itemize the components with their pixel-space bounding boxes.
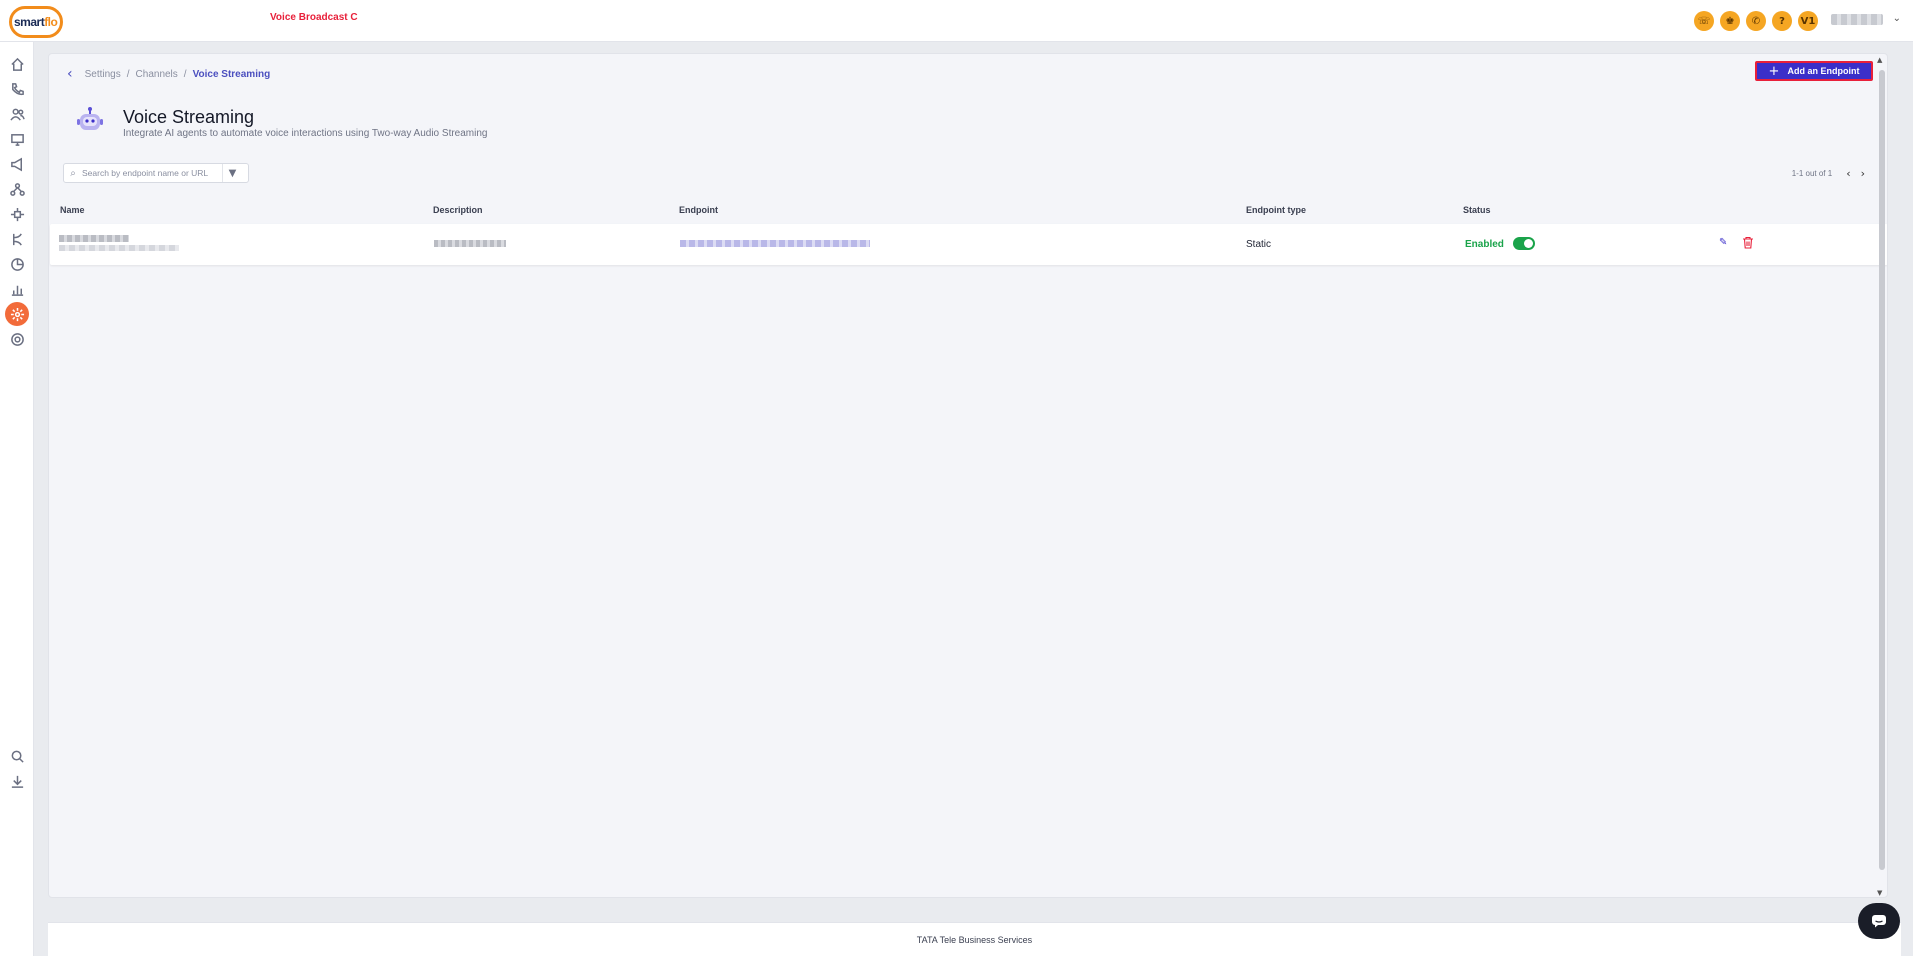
agent-icon[interactable]: ♚ [1720,11,1740,31]
scrollbar-thumb[interactable] [1879,70,1885,870]
settings-icon [10,332,24,346]
sidebar-item-downloads[interactable] [5,769,29,793]
chat-icon [1872,915,1886,928]
smartflo-logo[interactable]: smartflo [9,6,65,38]
sidebar-item-analytics[interactable] [5,252,29,276]
logo-text: smartflo [14,15,58,29]
chat-button[interactable] [1858,903,1900,939]
sidebar-item-monitor[interactable] [5,127,29,151]
endpoint-type-cell: Static [1246,239,1272,250]
scrollbar[interactable]: ▲ ▼ [1876,54,1886,897]
sidebar-item-search[interactable] [5,744,29,768]
filter-icon[interactable]: ▼ [222,164,242,182]
add-endpoint-button[interactable]: + Add an Endpoint [1755,61,1873,81]
scroll-down-icon[interactable]: ▼ [1877,889,1882,897]
campaign-icon [10,157,22,171]
robot-icon [77,107,103,130]
ai-hub-icon [10,307,24,321]
avatar[interactable]: V1 [1798,11,1818,31]
main-panel: ‹ Settings / Channels / Voice Streaming … [48,53,1888,898]
pagination-label: 1-1 out of 1 [1791,169,1833,178]
column-header-endpoint-type: Endpoint type [1246,205,1306,215]
scroll-up-icon[interactable]: ▲ [1877,56,1882,64]
help-icon[interactable]: ? [1772,11,1792,31]
sidebar-item-home[interactable] [5,52,29,76]
prev-page-icon[interactable]: ‹ [1846,167,1850,180]
sidebar-item-routing[interactable] [5,227,29,251]
contacts-icon [9,108,25,121]
user-name-redacted[interactable] [1831,14,1883,25]
status-label: Enabled [1465,239,1504,250]
chevron-down-icon[interactable]: ⌄ [1893,13,1901,24]
breadcrumb-channels[interactable]: Channels [136,69,178,80]
sidebar-item-settings[interactable] [5,327,29,351]
back-arrow-icon[interactable]: ‹ [67,66,73,82]
page-title: Voice Streaming [123,107,255,127]
plugin-icon [10,207,24,221]
monitor-icon [10,133,24,146]
name-sub-redacted [59,245,179,251]
plus-icon: + [1768,63,1780,79]
sidebar-item-contacts[interactable] [5,102,29,126]
column-header-endpoint: Endpoint [679,205,718,215]
sidebar-item-calls[interactable] [5,77,29,101]
download-icon [11,775,23,788]
name-redacted [59,235,129,242]
search-input[interactable] [82,168,222,178]
delete-icon[interactable] [1742,236,1754,249]
routing-icon [12,232,22,246]
sidebar-item-reports[interactable] [5,277,29,301]
breadcrumb-separator: / [183,68,187,80]
breadcrumb-settings[interactable]: Settings [85,69,121,80]
network-icon [9,182,25,196]
top-bar: smartflo Voice Broadcast C ☏ ♚ ✆ ? V1 ⌄ [0,0,1913,42]
search-icon [11,750,24,763]
endpoint-url-redacted[interactable] [680,240,870,247]
column-header-description: Description [433,205,483,215]
table-row[interactable]: Static Enabled ✎ [50,224,1887,265]
broadcast-title[interactable]: Voice Broadcast C [270,12,358,23]
sidebar-item-ai-hub[interactable] [5,302,29,326]
table-header: Name Description Endpoint Endpoint type … [49,195,1887,224]
breadcrumb: ‹ Settings / Channels / Voice Streaming [67,66,270,82]
top-icon-group: ☏ ♚ ✆ ? V1 [1694,11,1818,31]
bar-chart-icon [11,285,23,296]
status-toggle[interactable] [1513,237,1535,250]
sidebar [0,42,34,956]
breadcrumb-current: Voice Streaming [192,68,271,80]
home-icon [10,57,24,71]
pie-chart-icon [10,257,24,271]
next-page-icon[interactable]: › [1861,167,1865,180]
dialer-icon[interactable]: ✆ [1746,11,1766,31]
footer: TATA Tele Business Services [48,922,1901,956]
pagination: 1-1 out of 1 ‹ › [1792,167,1865,180]
search-box: ⌕ ▼ [63,163,249,183]
edit-icon[interactable]: ✎ [1719,237,1727,248]
add-endpoint-label: Add an Endpoint [1787,66,1860,76]
sidebar-item-integrations[interactable] [5,202,29,226]
search-icon: ⌕ [70,167,76,179]
footer-text: TATA Tele Business Services [916,935,1033,945]
page-subtitle: Integrate AI agents to automate voice in… [123,128,488,139]
call-icon[interactable]: ☏ [1694,11,1714,31]
column-header-name: Name [60,205,85,215]
sidebar-item-campaigns[interactable] [5,152,29,176]
sidebar-item-network[interactable] [5,177,29,201]
description-redacted [434,240,506,247]
column-header-status: Status [1463,205,1491,215]
phone-icon [11,82,24,95]
breadcrumb-separator: / [126,68,130,80]
